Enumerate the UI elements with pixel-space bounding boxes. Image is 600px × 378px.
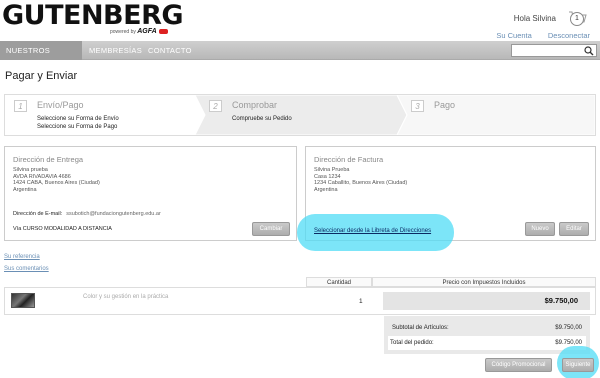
greeting: Hola Silvina [513, 14, 556, 23]
delivery-address-box: Dirección de Entrega Silvina prueba AVDA… [4, 146, 297, 241]
shipping-method: Vía CURSO MODALIDAD A DISTANCIA [13, 226, 112, 232]
step-envio-pago: 1 Envío/Pago Seleccione su Forma de Enví… [5, 95, 195, 135]
powered-by-label: powered by [110, 29, 136, 35]
email-label: Dirección de E-mail: [13, 211, 63, 217]
nav-item-membresias[interactable]: Membresías [89, 41, 142, 60]
reference-link[interactable]: Su referencia [4, 254, 40, 260]
subtotal-label: Subtotal de Artículos: [392, 325, 449, 331]
email-value: ssubotich@fundaciongutenberg.edu.ar [66, 211, 161, 217]
step-number: 3 [411, 100, 424, 112]
quantity-header: Cantidad [306, 277, 372, 287]
logo[interactable]: GUTENBERG powered by AGFA [2, 0, 184, 36]
logout-link[interactable]: Desconectar [548, 31, 590, 40]
product-quantity: 1 [359, 298, 363, 305]
account-link[interactable]: Su Cuenta [496, 31, 531, 40]
step-number: 1 [14, 100, 27, 112]
address-line: Argentina [314, 186, 338, 193]
product-price-cell: $9.750,00 [383, 292, 590, 310]
product-name: Color y su gestión en la práctica [83, 294, 169, 300]
new-address-button[interactable]: Nuevo [525, 222, 555, 236]
step-desc: Compruebe su Pedido [232, 116, 292, 122]
step-title: Comprobar [232, 100, 278, 110]
main-nav: Nuestros Cursos Membresías Contacto [0, 41, 600, 74]
step-number: 2 [209, 100, 222, 112]
order-totals: Subtotal de Artículos: $9.750,00 Total d… [384, 316, 590, 354]
delivery-address: Silvina prueba AVDA RIVADAVIA 4686 1424 … [13, 167, 100, 193]
nav-item-contacto[interactable]: Contacto [148, 41, 192, 60]
address-line: Argentina [13, 186, 37, 193]
account-links: Su Cuenta Desconectar [482, 31, 590, 40]
billing-address: Silvina Prueba Casa 1234 1234 Caballito,… [314, 167, 407, 193]
edit-address-button[interactable]: Editar [559, 222, 589, 236]
page-title: Pagar y Enviar [5, 70, 78, 82]
address-line: 1424 CABA, Buenos Aires (Ciudad) [13, 180, 100, 186]
checkout-steps: 1 Envío/Pago Seleccione su Forma de Enví… [4, 94, 596, 136]
step-desc: Seleccione su Forma de Envío [37, 116, 119, 122]
delivery-title: Dirección de Entrega [13, 155, 84, 164]
cart-count-badge[interactable]: 1 [570, 12, 584, 26]
billing-title: Dirección de Factura [314, 155, 384, 164]
logo-text: GUTENBERG [2, 0, 184, 31]
price-header: Precio con Impuestos Incluidos [372, 277, 596, 287]
table-row: Color y su gestión en la práctica 1 $9.7… [4, 287, 596, 315]
search-input[interactable] [511, 44, 597, 57]
step-title: Envío/Pago [37, 100, 84, 110]
subtotal-row: Subtotal de Artículos: $9.750,00 [390, 321, 582, 335]
user-area: Hola Silvina 1 Su Cuenta Desconectar [472, 6, 592, 40]
address-line: 1234 Caballito, Buenos Aires (Ciudad) [314, 180, 408, 186]
nav-item-cursos[interactable]: Nuestros Cursos [0, 41, 82, 74]
next-button[interactable]: Siguiente [562, 358, 594, 372]
powered-by: powered by AGFA [110, 28, 168, 35]
step-title: Pago [434, 100, 456, 110]
step-desc: Seleccione su Forma de Pago [37, 124, 118, 130]
change-delivery-button[interactable]: Cambiar [252, 222, 290, 236]
product-thumbnail [11, 293, 35, 308]
agfa-brand: AGFA [137, 28, 157, 35]
total-label: Total del pedido: [390, 340, 434, 346]
step-pago: 3 Pago [407, 95, 595, 135]
comments-link[interactable]: Sus comentarios [4, 266, 49, 272]
step-comprobar: 2 Comprobar Compruebe su Pedido [205, 95, 395, 135]
subtotal-value: $9.750,00 [555, 325, 582, 331]
promo-code-button[interactable]: Código Promocional [485, 358, 552, 372]
agfa-logo-icon [158, 29, 168, 35]
address-book-link[interactable]: Seleccionar desde la Libreta de Direccio… [314, 228, 431, 234]
email-line: Dirección de E-mail: ssubotich@fundaciong… [13, 211, 161, 217]
product-price: $9.750,00 [544, 296, 578, 305]
total-row: Total del pedido: $9.750,00 [388, 336, 586, 350]
search-icon[interactable] [584, 46, 594, 56]
